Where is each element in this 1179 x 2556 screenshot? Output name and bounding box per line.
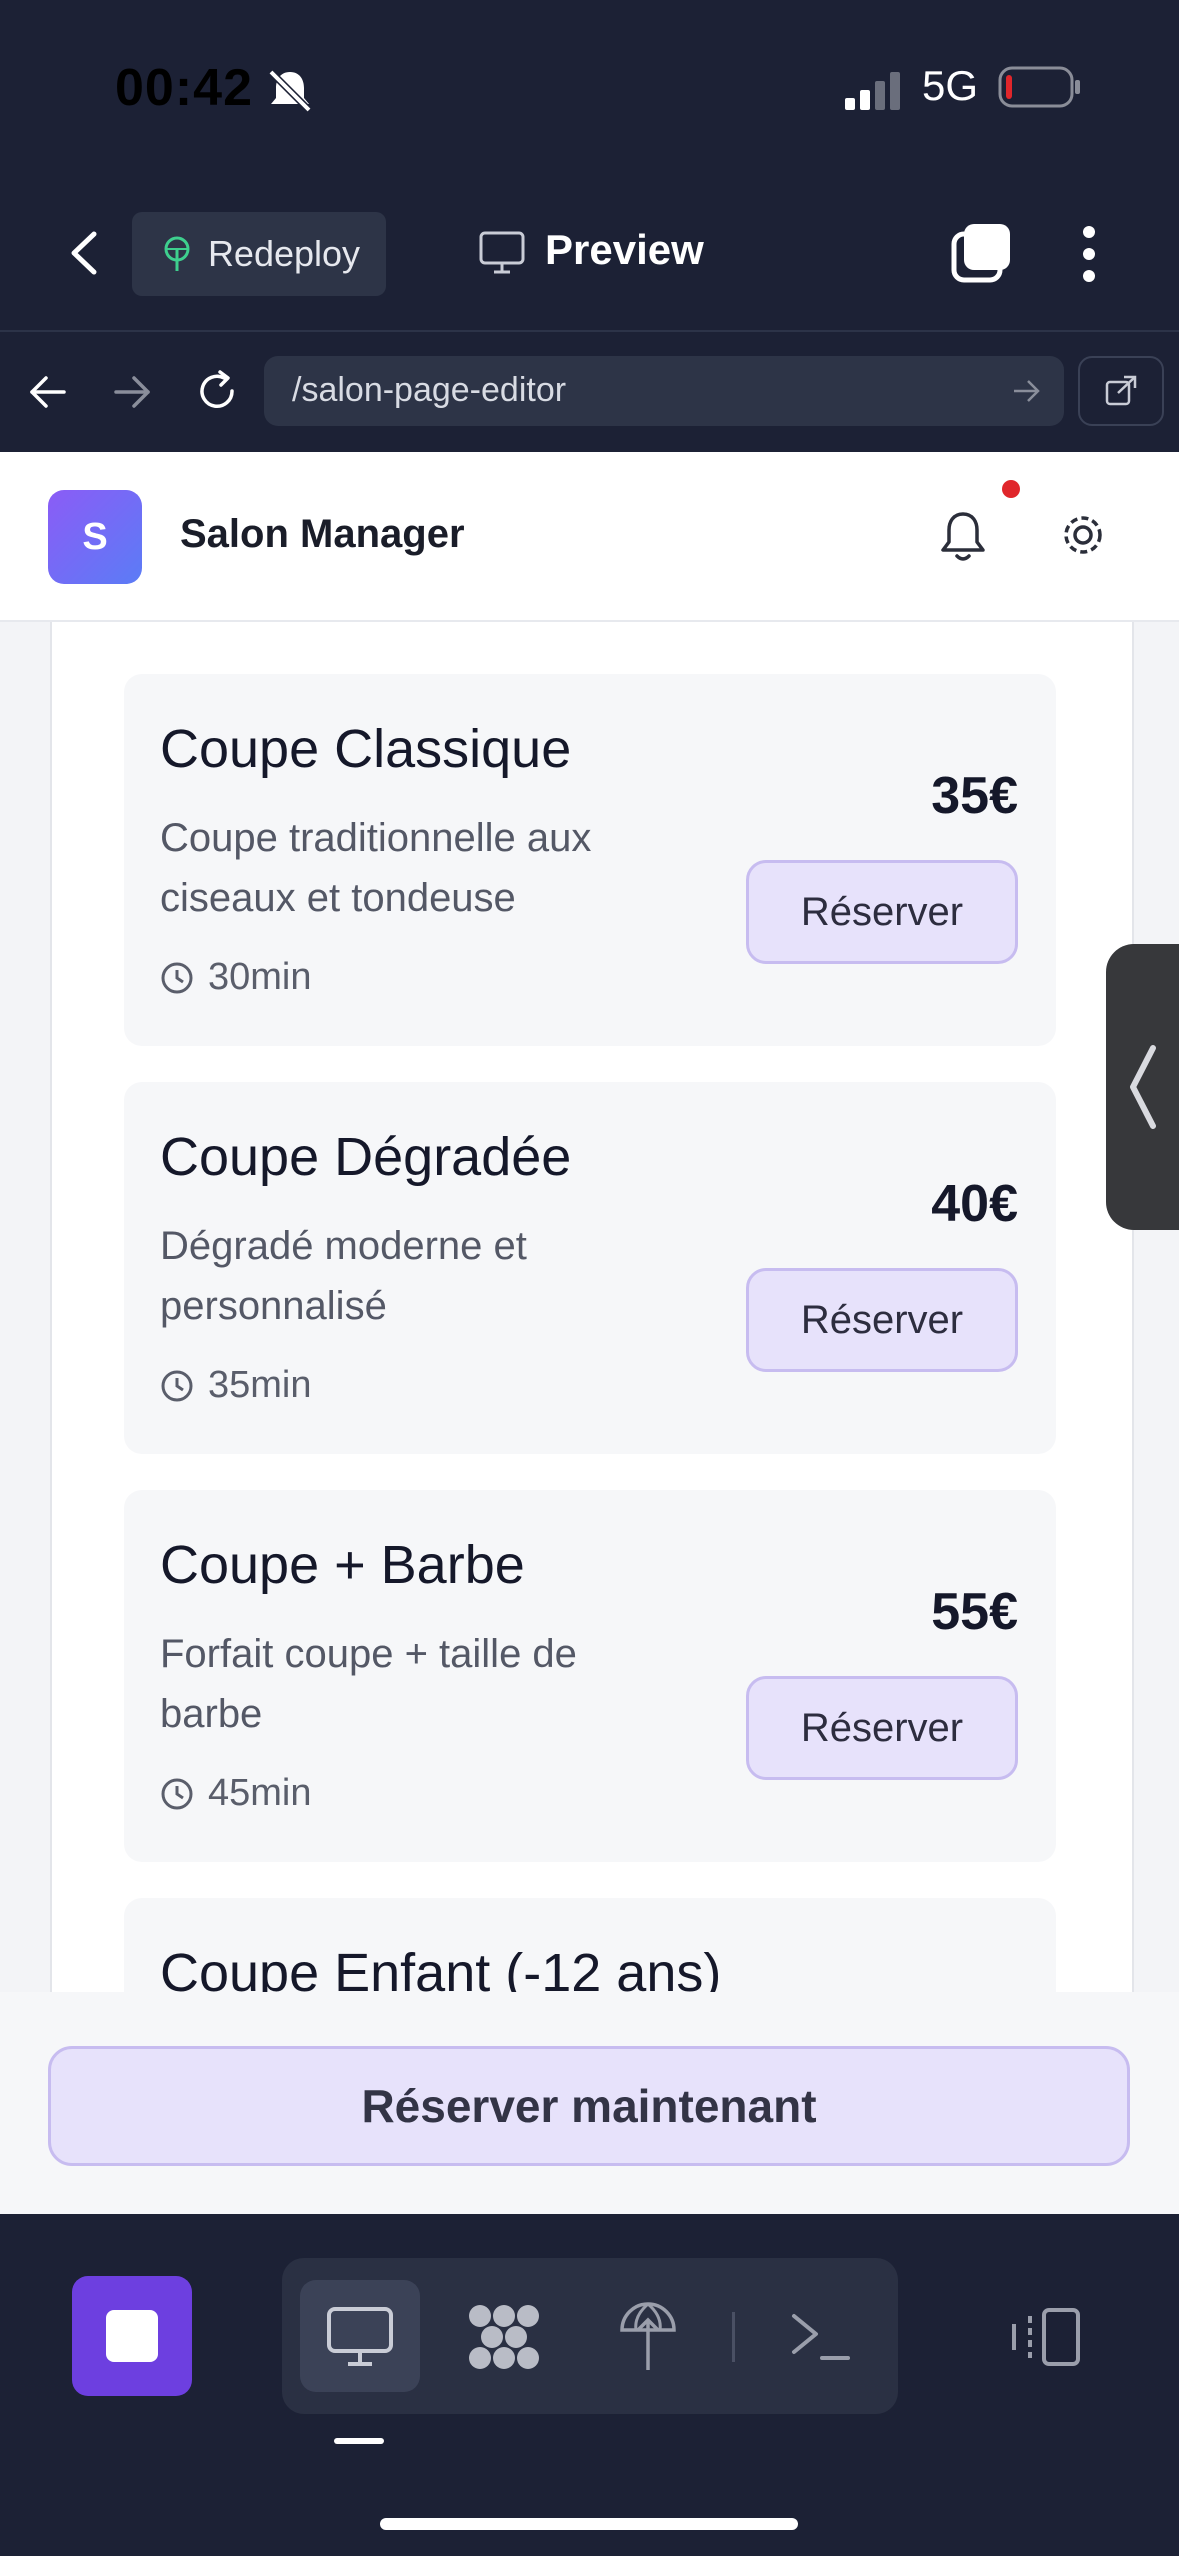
side-drawer-handle[interactable] xyxy=(1106,944,1179,1230)
service-card: Coupe Classique Coupe traditionnelle aux… xyxy=(124,674,1056,1046)
notification-dot xyxy=(1002,480,1020,498)
service-description: Coupe traditionnelle aux ciseaux et tond… xyxy=(160,816,592,920)
page-preview: Coupe Classique Coupe traditionnelle aux… xyxy=(0,622,1179,1992)
service-card: Coupe Enfant (-12 ans) xyxy=(124,1898,1056,1992)
redeploy-button[interactable]: Redeploy xyxy=(132,212,386,296)
clock-icon xyxy=(161,962,193,993)
app-logo: S xyxy=(48,490,142,584)
url-field[interactable]: /salon-page-editor xyxy=(264,356,1064,426)
go-arrow-icon[interactable] xyxy=(1012,378,1040,404)
service-duration: 35min xyxy=(160,1364,312,1407)
service-duration: 30min xyxy=(160,956,312,999)
app-header xyxy=(0,452,1179,622)
book-button[interactable]: Réserver xyxy=(746,1268,1018,1372)
app-title: Salon Manager xyxy=(180,512,465,556)
service-card: Coupe Dégradée Dégradé moderne et person… xyxy=(124,1082,1056,1454)
browser-back-icon[interactable] xyxy=(28,372,68,412)
back-chevron-icon[interactable] xyxy=(64,228,104,278)
service-card: Coupe + Barbe Forfait coupe + taille de … xyxy=(124,1490,1056,1862)
home-indicator xyxy=(380,2518,798,2530)
service-price: 40€ xyxy=(931,1175,1018,1233)
toolbar-divider xyxy=(732,2312,735,2362)
battery-icon xyxy=(998,66,1080,108)
url-text: /salon-page-editor xyxy=(292,371,567,409)
tabs-icon[interactable] xyxy=(950,222,1014,284)
duration-text: 35min xyxy=(208,1364,312,1406)
deploy-icon xyxy=(164,236,190,271)
deploy-globe-icon[interactable] xyxy=(618,2300,678,2374)
redeploy-label: Redeploy xyxy=(207,233,361,274)
stop-icon xyxy=(106,2310,158,2362)
signal-icon xyxy=(845,72,900,110)
book-now-button[interactable]: Réserver maintenant xyxy=(48,2046,1130,2166)
settings-gear-icon[interactable] xyxy=(1058,510,1108,560)
more-vertical-icon[interactable] xyxy=(1074,224,1104,284)
service-description: Dégradé moderne et personnalisé xyxy=(160,1224,527,1328)
service-title: Coupe Dégradée xyxy=(160,1127,572,1187)
book-button[interactable]: Réserver xyxy=(746,860,1018,964)
duration-text: 45min xyxy=(208,1772,312,1814)
bell-muted-icon xyxy=(268,69,312,113)
service-duration: 45min xyxy=(160,1772,312,1815)
split-view-icon[interactable] xyxy=(1010,2306,1082,2368)
service-title: Coupe + Barbe xyxy=(160,1535,525,1595)
duration-text: 30min xyxy=(208,956,312,998)
network-label: 5G xyxy=(922,62,979,109)
terminal-icon[interactable] xyxy=(790,2310,850,2364)
service-title: Coupe Enfant (-12 ans) xyxy=(160,1943,722,1992)
service-price: 55€ xyxy=(931,1583,1018,1641)
book-button[interactable]: Réserver xyxy=(746,1676,1018,1780)
preview-tab[interactable]: Preview xyxy=(545,226,704,274)
reload-icon[interactable] xyxy=(194,368,240,414)
chevron-left-icon xyxy=(1129,1045,1156,1129)
open-external-button[interactable] xyxy=(1078,356,1164,426)
browser-forward-icon[interactable] xyxy=(112,372,152,412)
clock-icon xyxy=(161,1370,193,1401)
service-price: 35€ xyxy=(931,767,1018,825)
desktop-icon xyxy=(327,2307,393,2366)
service-description: Forfait coupe + taille de barbe xyxy=(160,1632,577,1736)
external-link-icon xyxy=(1105,375,1137,406)
service-title: Coupe Classique xyxy=(160,719,572,779)
integrations-icon[interactable] xyxy=(466,2302,542,2372)
status-time: 00:42 xyxy=(115,59,253,117)
notification-bell-icon[interactable] xyxy=(938,508,988,564)
active-tab-indicator xyxy=(334,2438,384,2444)
monitor-icon xyxy=(479,231,525,274)
clock-icon xyxy=(161,1778,193,1809)
